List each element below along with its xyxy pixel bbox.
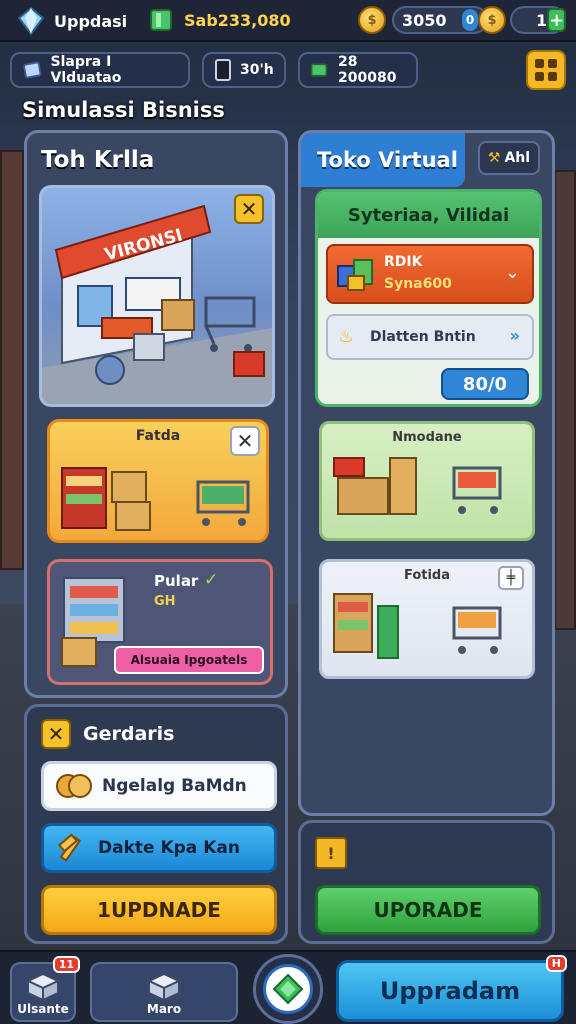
system-card: Syteriaa, Vilidai RDIK Syna600 ⌄ ♨ Dlatt… <box>315 189 542 407</box>
nmodane-label: Nmodane <box>392 430 462 445</box>
section-title: Simulassi Bisniss <box>22 98 225 122</box>
coins-add-icon[interactable]: 0 <box>462 9 478 31</box>
grid-icon <box>535 59 557 81</box>
purple-card-sub: GH <box>154 594 176 609</box>
coin-icon: $ <box>358 6 386 34</box>
purple-card-title: Pular <box>154 572 199 590</box>
virtual-store-panel: Toko Virtual ⚒ Ahl Syteriaa, Vilidai RDI… <box>298 130 555 816</box>
tab-toko-virtual[interactable]: Toko Virtual <box>301 133 465 187</box>
main-upgrade-button[interactable]: Uppradam H <box>336 955 567 1022</box>
dakte-button[interactable]: Dakte Kpa Kan <box>41 823 277 873</box>
background-building-right <box>554 170 576 630</box>
box-icon <box>26 972 60 1002</box>
nav-item-ulsante-label: Ulsante <box>17 1002 69 1016</box>
cash-chip-label: 28 200080 <box>338 54 397 86</box>
nav-item-ulsante[interactable]: Ulsante 11 <box>10 956 80 1022</box>
chevron-down-icon[interactable]: ⌄ <box>505 262 520 283</box>
check-icon: ✓ <box>204 570 219 590</box>
ngelalg-button[interactable]: Ngelalg BaMdn <box>41 761 277 811</box>
coins-stack-icon <box>56 774 92 798</box>
sub-bar: Slapra I Vlduatao 30'h 28 200080 <box>10 50 566 90</box>
shelf-cart-illustration <box>61 467 250 531</box>
fotida-card[interactable]: Fotida ╪ <box>319 559 535 679</box>
rdik-sub: Syna600 <box>384 276 452 292</box>
bottom-nav: Ulsante 11 Maro Uppradam H <box>0 950 576 1024</box>
left-shop-panel: Toh Krlla VIRONSI ✕ Fatda ✕ Pular ✓ GH A… <box>24 130 288 698</box>
rdik-title: RDIK <box>384 254 423 270</box>
nmodane-card[interactable]: Nmodane <box>319 421 535 541</box>
nav-item-maro[interactable]: Maro <box>90 962 238 1022</box>
dakte-button-label: Dakte Kpa Kan <box>98 838 240 858</box>
mission-chip[interactable]: Slapra I Vlduatao <box>10 52 190 88</box>
hero-close-icon[interactable]: ✕ <box>234 194 264 224</box>
premium-coin-icon: $ <box>478 6 506 34</box>
coins-pill: 3050 0 <box>392 6 488 34</box>
dlatten-label: Dlatten Bntin <box>370 329 476 345</box>
green-gem-icon <box>150 9 172 31</box>
gerdaris-close-icon[interactable]: ✕ <box>41 719 71 749</box>
pickaxe-icon: ⚒ <box>487 150 501 166</box>
orange-category-card[interactable]: Fatda ✕ <box>47 419 269 543</box>
center-action-button[interactable] <box>253 954 323 1024</box>
right-upgrade-panel: ! UPORADE <box>298 820 555 944</box>
left-upgrade-button[interactable]: 1UPDNADE <box>41 885 277 935</box>
gems-counter[interactable]: Sab233,080 <box>148 7 291 33</box>
premium-value: 1 <box>536 10 548 30</box>
diamond-icon <box>17 6 45 36</box>
shelf-machine-cart-illustration <box>333 593 502 659</box>
app-title: Uppdasi <box>54 11 128 31</box>
gerdaris-panel: ✕ Gerdaris Ngelalg BaMdn Dakte Kpa Kan 1… <box>24 704 288 944</box>
left-panel-title: Toh Krlla <box>41 147 155 173</box>
flame-icon: ♨ <box>338 326 355 347</box>
nav-item-maro-label: Maro <box>146 1002 182 1016</box>
right-upgrade-button[interactable]: UPORADE <box>315 885 541 935</box>
cash-icon <box>310 63 328 77</box>
background-building-left <box>0 150 24 570</box>
top-bar: Uppdasi Sab233,080 $ 3050 0 $ 1 + <box>0 0 576 42</box>
purple-card-upgrade-button[interactable]: Alsuaia Ipgoatels <box>114 646 264 674</box>
menu-button[interactable] <box>526 50 566 90</box>
ngelalg-button-label: Ngelalg BaMdn <box>102 776 247 796</box>
tab-ahl-label: Ahl <box>504 150 531 166</box>
gerdaris-title: Gerdaris <box>83 723 175 745</box>
gems-value: Sab233,080 <box>184 10 291 30</box>
cash-chip[interactable]: 28 200080 <box>298 52 418 88</box>
warning-icon: ! <box>315 837 347 869</box>
coins-counter[interactable]: $ 3050 0 <box>358 6 488 34</box>
mission-chip-label: Slapra I Vlduatao <box>50 54 122 86</box>
system-card-header: Syteriaa, Vilidai <box>318 192 539 238</box>
rdik-row[interactable]: RDIK Syna600 ⌄ <box>326 244 534 304</box>
hammer-icon <box>57 833 82 862</box>
premium-counter[interactable]: $ 1 + <box>478 6 567 34</box>
phone-icon <box>215 59 231 81</box>
capacity-counter: 80/0 <box>441 368 529 400</box>
store-hero-card[interactable]: VIRONSI ✕ <box>39 185 275 407</box>
main-upgrade-badge: H <box>545 955 567 972</box>
counter-cart-illustration <box>333 457 502 515</box>
premium-pill: 1 + <box>510 6 567 34</box>
leaf-gem-icon <box>272 973 304 1005</box>
nav-item-ulsante-badge: 11 <box>52 956 80 973</box>
purple-upgrade-card[interactable]: Pular ✓ GH Alsuaia Ipgoatels <box>47 559 273 685</box>
profile-area[interactable]: Uppdasi <box>16 6 127 36</box>
cube-icon <box>147 972 181 1002</box>
tab-ahl[interactable]: ⚒ Ahl <box>478 141 540 175</box>
timer-chip-label: 30'h <box>240 62 274 78</box>
dlatten-row[interactable]: ♨ Dlatten Bntin » <box>326 314 534 360</box>
scroll-icon <box>23 61 42 79</box>
center-action-inner <box>263 964 313 1014</box>
goods-boxes-icon <box>337 259 373 291</box>
double-chevron-icon[interactable]: » <box>510 326 520 345</box>
timer-chip[interactable]: 30'h <box>202 52 286 88</box>
coins-value: 3050 <box>402 10 447 30</box>
plus-icon[interactable]: + <box>547 8 567 32</box>
main-upgrade-label: Uppradam <box>379 977 521 1005</box>
